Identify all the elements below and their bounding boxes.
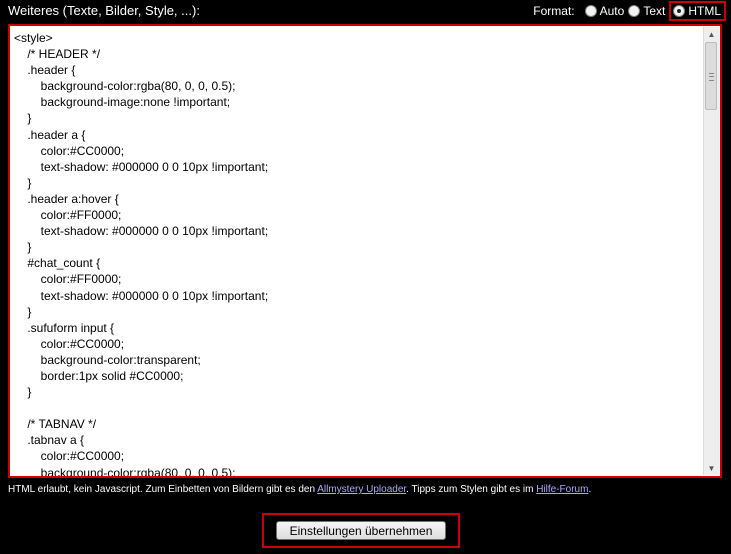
code-line: } [14, 385, 32, 400]
code-line: background-color:rgba(80, 0, 0, 0.5); [14, 79, 236, 94]
arrow-up-icon[interactable]: ▲ [704, 27, 719, 41]
radio-auto[interactable] [584, 5, 597, 17]
code-line: border:1px solid #CC0000; [14, 368, 184, 383]
code-line: background-color:transparent; [14, 352, 201, 367]
section-title: Weiteres (Texte, Bilder, Style, ...): [8, 3, 200, 18]
code-line: .header a:hover { [14, 191, 119, 206]
format-selector: Format: Auto Text HTML [533, 1, 726, 21]
arrow-down-icon[interactable]: ▼ [704, 461, 719, 475]
submit-highlight: Einstellungen übernehmen [262, 513, 460, 548]
help-hint: HTML erlaubt, kein Javascript. Zum Einbe… [8, 484, 591, 495]
radio-text[interactable] [628, 5, 641, 17]
apply-settings-button[interactable]: Einstellungen übernehmen [276, 521, 446, 540]
format-label: Format: [533, 4, 575, 18]
hint-text-after: . [588, 484, 592, 495]
code-line: color:#CC0000; [14, 449, 125, 464]
code-line: #chat_count { [14, 256, 101, 271]
format-option-auto[interactable]: Auto [584, 4, 625, 18]
code-line: text-shadow: #000000 0 0 10px !important… [14, 159, 269, 174]
code-line: .sufuform input { [14, 320, 115, 335]
code-line: background-color:rgba(80, 0, 0, 0.5); [14, 465, 236, 476]
settings-page: Weiteres (Texte, Bilder, Style, ...): Fo… [0, 0, 731, 554]
radio-html[interactable] [673, 5, 686, 17]
code-line: .header a { [14, 127, 86, 142]
hint-text-middle: . Tipps zum Stylen gibt es im [406, 484, 537, 495]
format-option-auto-label: Auto [599, 4, 625, 18]
code-line: } [14, 175, 32, 190]
format-option-html-label: HTML [688, 4, 721, 18]
code-line: } [14, 304, 32, 319]
help-forum-link[interactable]: Hilfe-Forum [536, 484, 588, 495]
code-line: } [14, 240, 32, 255]
code-line: .tabnav a { [14, 433, 85, 448]
editor-scrollbar[interactable]: ▲ ▼ [703, 27, 719, 475]
format-option-text[interactable]: Text [628, 4, 665, 18]
code-line: <style> [14, 31, 53, 45]
scrollbar-thumb[interactable] [705, 42, 717, 110]
code-line: /* TABNAV */ [14, 417, 97, 432]
editor-textarea[interactable]: <style> /* HEADER */ .header { backgroun… [12, 28, 704, 476]
code-line: color:#FF0000; [14, 272, 122, 287]
format-option-text-label: Text [643, 4, 666, 18]
format-option-html[interactable]: HTML [669, 1, 726, 21]
code-line: text-shadow: #000000 0 0 10px !important… [14, 224, 269, 239]
code-line: .header { [14, 63, 76, 78]
grip-icon [709, 73, 714, 81]
code-line: /* HEADER */ [14, 47, 101, 62]
code-line: color:#CC0000; [14, 336, 125, 351]
uploader-link[interactable]: Allmystery Uploader [317, 484, 406, 495]
code-line: text-shadow: #000000 0 0 10px !important… [14, 288, 269, 303]
code-line: background-image:none !important; [14, 95, 231, 110]
editor-header-bar: Weiteres (Texte, Bilder, Style, ...): Fo… [0, 0, 731, 22]
code-line: color:#CC0000; [14, 143, 125, 158]
hint-text-before: HTML erlaubt, kein Javascript. Zum Einbe… [8, 484, 318, 495]
code-line: } [14, 111, 32, 126]
custom-content-editor[interactable]: <style> /* HEADER */ .header { backgroun… [8, 24, 722, 478]
code-line: color:#FF0000; [14, 208, 122, 223]
